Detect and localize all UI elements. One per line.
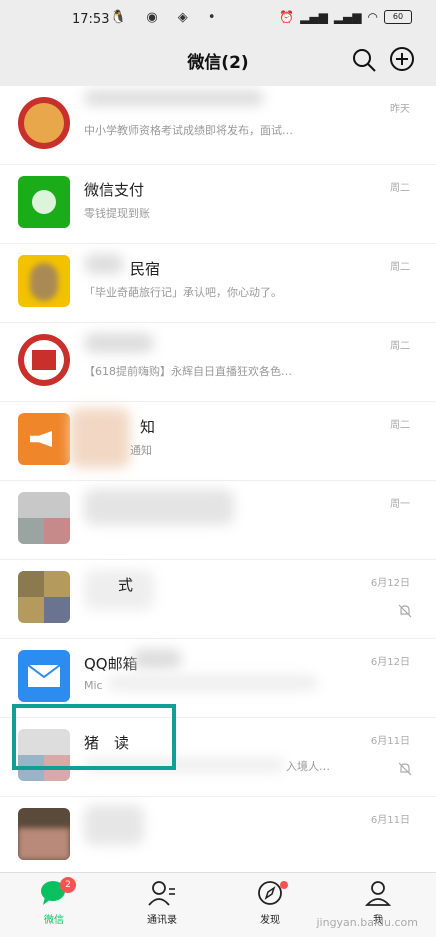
chat-preview: 「毕业奇葩旅行记」承认吧，你心动了。 bbox=[84, 286, 282, 299]
chat-time: 6月11日 bbox=[370, 815, 410, 826]
chat-name: 微信支付 bbox=[84, 181, 145, 199]
signal-icon: ▂▄▆ bbox=[300, 10, 328, 24]
alarm-icon: ⏰ bbox=[279, 10, 295, 24]
chat-time: 昨天 bbox=[390, 104, 410, 115]
tab-discover[interactable]: 发现 bbox=[230, 879, 310, 926]
watermark: jingyan.baidu.com bbox=[316, 916, 418, 929]
chat-name: QQ邮箱 bbox=[84, 655, 138, 673]
chat-row[interactable]: 【618提前嗨购】永辉自日直播狂欢各色… 周二 bbox=[0, 323, 436, 402]
chat-preview: 中小学教师资格考试成绩即将发布，面试… bbox=[84, 124, 293, 137]
system-icons: ⏰ ▂▄▆ ▂▄▆ ◠ 60 bbox=[279, 10, 412, 24]
unread-badge: 2 bbox=[60, 877, 76, 893]
status-bar: 17:53 🐧 ◉ ◈ • ⏰ ▂▄▆ ▂▄▆ ◠ 60 bbox=[0, 0, 436, 40]
tab-contacts[interactable]: 通讯录 bbox=[122, 879, 202, 926]
chat-preview: 通知 bbox=[130, 444, 152, 457]
chat-preview: 入境人… bbox=[286, 760, 330, 773]
chat-time: 周一 bbox=[390, 499, 410, 510]
tab-label: 发现 bbox=[260, 915, 280, 926]
add-icon[interactable] bbox=[388, 45, 416, 73]
chat-time: 周二 bbox=[390, 262, 410, 273]
search-icon[interactable] bbox=[350, 46, 378, 74]
person-icon bbox=[364, 881, 392, 906]
signal-icon-2: ▂▄▆ bbox=[333, 10, 362, 24]
chat-row[interactable]: 周一 bbox=[0, 481, 436, 560]
avatar bbox=[18, 808, 70, 860]
avatar bbox=[18, 334, 70, 386]
notification-icons: 🐧 ◉ ◈ • bbox=[110, 10, 224, 25]
chat-name: 知 bbox=[140, 418, 156, 436]
mute-bell-icon bbox=[398, 762, 412, 776]
new-dot bbox=[280, 881, 288, 889]
chat-row[interactable]: 中小学教师资格考试成绩即将发布，面试… 昨天 bbox=[0, 86, 436, 165]
wifi-icon: ◠ bbox=[367, 10, 378, 24]
mute-bell-icon bbox=[398, 604, 412, 618]
chat-preview: Mic bbox=[84, 679, 103, 692]
chat-name: 式 bbox=[118, 576, 134, 594]
avatar bbox=[18, 255, 70, 307]
tab-label: 微信 bbox=[44, 915, 64, 926]
avatar bbox=[18, 492, 70, 544]
chat-name: 民宿 bbox=[130, 260, 161, 278]
chat-preview: 零钱提现到账 bbox=[84, 207, 150, 220]
chat-time: 6月12日 bbox=[370, 578, 410, 589]
chat-row[interactable]: 知 通知 周二 bbox=[0, 402, 436, 481]
chat-time: 周二 bbox=[390, 341, 410, 352]
chat-row[interactable]: 6月11日 bbox=[0, 797, 436, 872]
battery-icon: 60 bbox=[384, 10, 412, 24]
chat-preview: 【618提前嗨购】永辉自日直播狂欢各色… bbox=[84, 365, 292, 378]
tab-chats[interactable]: 2 微信 bbox=[14, 877, 94, 926]
status-time: 17:53 bbox=[72, 12, 110, 27]
avatar bbox=[18, 571, 70, 623]
mail-avatar bbox=[18, 650, 70, 702]
chat-row[interactable]: 微信支付 零钱提现到账 周二 bbox=[0, 165, 436, 244]
chat-time: 6月11日 bbox=[370, 736, 410, 747]
chat-row[interactable]: 民宿 「毕业奇葩旅行记」承认吧，你心动了。 周二 bbox=[0, 244, 436, 323]
chat-time: 6月12日 bbox=[370, 657, 410, 668]
chat-time: 周二 bbox=[390, 183, 410, 194]
avatar bbox=[18, 97, 70, 149]
bottom-tab-bar: 2 微信 通讯录 发现 我 jingyan.baidu.com bbox=[0, 872, 436, 937]
chat-time: 周二 bbox=[390, 420, 410, 431]
tab-label: 通讯录 bbox=[147, 915, 177, 926]
contacts-icon bbox=[148, 881, 175, 906]
title-bar: 微信(2) bbox=[0, 40, 436, 86]
highlight-box bbox=[12, 704, 176, 770]
wechat-pay-avatar bbox=[18, 176, 70, 228]
megaphone-avatar bbox=[18, 413, 70, 465]
chat-row[interactable]: 式 6月12日 bbox=[0, 560, 436, 639]
